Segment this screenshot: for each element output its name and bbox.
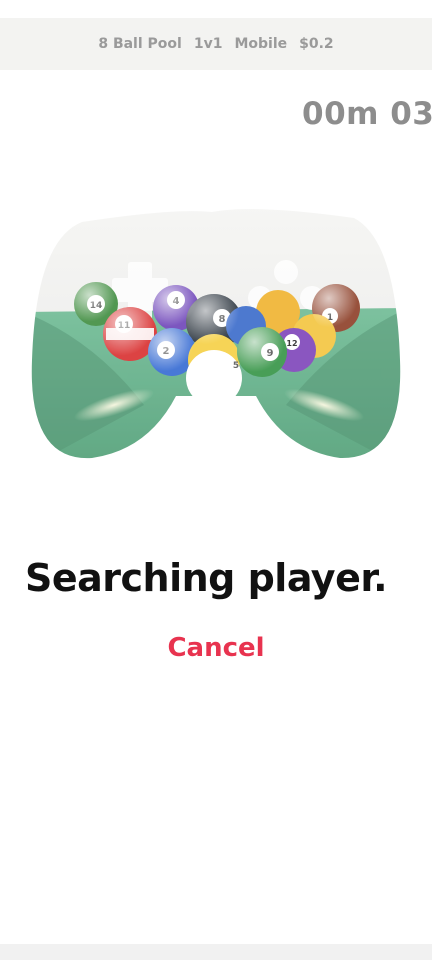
search-timer: 00m 03 — [302, 96, 432, 132]
bottom-nav-edge — [0, 944, 432, 960]
top-spacer — [0, 0, 432, 18]
searching-status-text: Searching player. — [25, 556, 388, 600]
game-name: 8 Ball Pool — [98, 36, 182, 52]
match-info-bar: 8 Ball Pool 1v1 Mobile $0.2 — [0, 18, 432, 70]
game-platform: Mobile — [234, 36, 288, 52]
gamepad-billiards-icon: 14 4 1 11 8 12 2 5 9 — [24, 200, 408, 470]
game-mode: 1v1 — [193, 36, 223, 52]
entry-fee: $0.2 — [299, 36, 334, 52]
cancel-button[interactable]: Cancel — [0, 633, 432, 663]
